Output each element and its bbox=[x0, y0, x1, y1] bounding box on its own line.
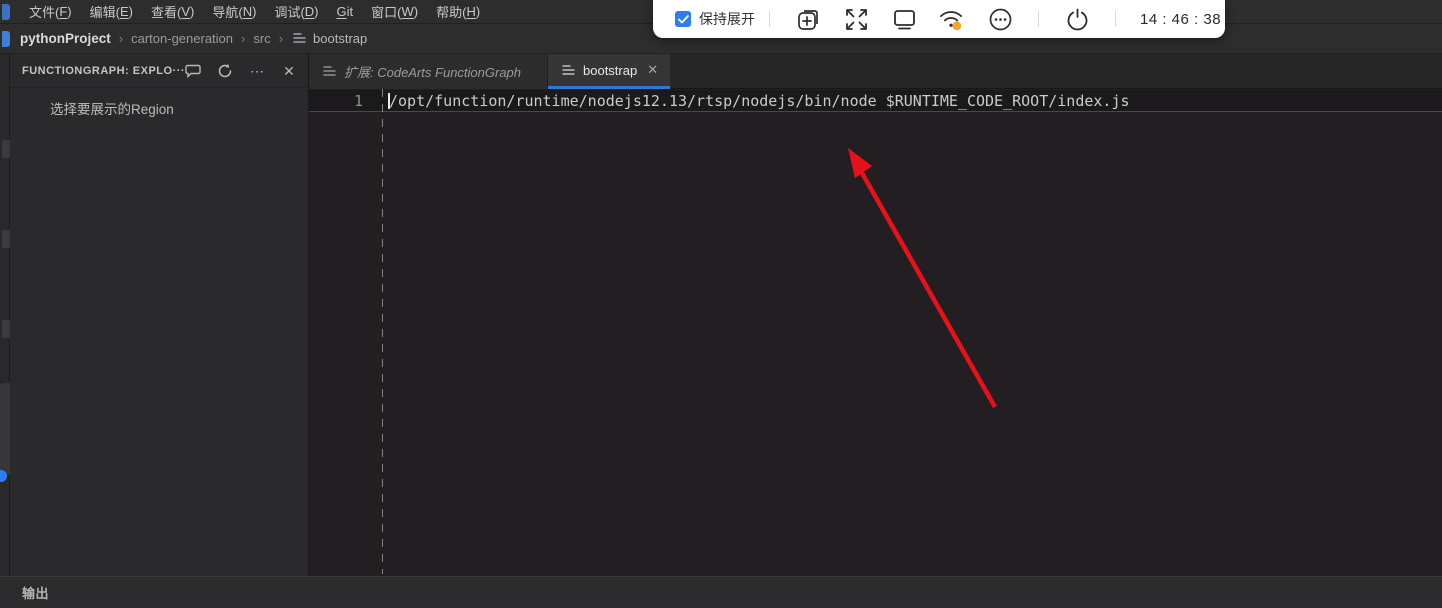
menu-mnemonic: E bbox=[119, 4, 129, 19]
sidebar-content: 选择要展示的Region bbox=[10, 88, 308, 118]
editor-group: 扩展: CodeArts FunctionGraph bootstrap ✕ 1… bbox=[309, 54, 1442, 576]
menu-label: 导航( bbox=[212, 5, 243, 20]
sidebar-functiongraph-explorer: FUNCTIONGRAPH: EXPLO··· ⋯ ✕ 选择要展示的Region bbox=[10, 54, 309, 576]
menu-mnemonic: G bbox=[336, 4, 347, 19]
breadcrumb-folder[interactable]: src bbox=[253, 31, 270, 46]
region-select-item[interactable]: 选择要展示的Region bbox=[50, 102, 174, 117]
sidebar-header: FUNCTIONGRAPH: EXPLO··· ⋯ ✕ bbox=[10, 54, 308, 88]
code-editor[interactable]: 1 /opt/function/runtime/nodejs12.13/rtsp… bbox=[309, 89, 1442, 576]
menu-mnemonic: W bbox=[401, 4, 414, 19]
menu-mnemonic: N bbox=[242, 4, 253, 19]
toolbar-divider bbox=[769, 11, 770, 27]
session-clock: 14 : 46 : 38 bbox=[1140, 10, 1222, 28]
power-icon[interactable] bbox=[1064, 6, 1090, 32]
code-content: /opt/function/runtime/nodejs12.13/rtsp/n… bbox=[389, 91, 1130, 110]
menu-label: ) bbox=[413, 4, 419, 19]
menu-label: 编辑( bbox=[89, 5, 120, 20]
sidebar-actions: ⋯ ✕ bbox=[184, 62, 298, 80]
activity-item-partial[interactable] bbox=[2, 230, 10, 248]
menu-edit[interactable]: 编辑(E) bbox=[81, 0, 142, 24]
activity-badge bbox=[0, 470, 7, 482]
menu-label: 帮助( bbox=[436, 5, 467, 20]
code-text[interactable]: /opt/function/runtime/nodejs12.13/rtsp/n… bbox=[371, 92, 1130, 110]
tab-close-icon[interactable]: ✕ bbox=[647, 62, 658, 78]
menu-label: it bbox=[346, 4, 354, 19]
menu-window[interactable]: 窗口(W) bbox=[362, 0, 427, 24]
menu-label: ) bbox=[252, 4, 257, 19]
breadcrumb-folder[interactable]: carton-generation bbox=[131, 31, 233, 46]
breadcrumb-project[interactable]: pythonProject bbox=[20, 31, 111, 46]
indent-guide bbox=[382, 89, 383, 574]
breadcrumb-file[interactable]: bootstrap bbox=[313, 31, 367, 46]
menu-label: ) bbox=[314, 4, 319, 19]
menu-mnemonic: V bbox=[181, 4, 191, 19]
menu-git[interactable]: Git bbox=[328, 0, 363, 24]
breadcrumb-separator: › bbox=[278, 31, 284, 46]
editor-tab-bar: 扩展: CodeArts FunctionGraph bootstrap ✕ bbox=[309, 54, 1442, 89]
activity-item-active[interactable] bbox=[0, 383, 10, 475]
menu-mnemonic: H bbox=[466, 4, 476, 19]
toolbar-divider bbox=[1115, 11, 1116, 27]
line-number: 1 bbox=[353, 91, 363, 110]
comment-icon[interactable] bbox=[184, 62, 202, 80]
menu-help[interactable]: 帮助(H) bbox=[427, 0, 489, 24]
breadcrumb-separator: › bbox=[118, 31, 124, 46]
menu-mnemonic: F bbox=[59, 4, 68, 19]
toolbar-divider bbox=[1038, 11, 1039, 27]
tab-extension-codearts-functiongraph[interactable]: 扩展: CodeArts FunctionGraph bbox=[309, 54, 548, 89]
refresh-icon[interactable] bbox=[216, 62, 234, 80]
sidebar-title: FUNCTIONGRAPH: EXPLO··· bbox=[22, 64, 184, 77]
menu-label: 查看( bbox=[151, 5, 182, 20]
menu-label: 调试( bbox=[274, 5, 305, 20]
menu-label: ) bbox=[67, 4, 72, 19]
menu-view[interactable]: 查看(V) bbox=[142, 0, 203, 24]
new-window-icon[interactable] bbox=[795, 6, 821, 32]
output-panel-label[interactable]: 输出 bbox=[22, 583, 49, 602]
file-list-icon bbox=[562, 64, 575, 79]
more-options-icon[interactable] bbox=[987, 6, 1013, 32]
menu-label: 文件( bbox=[29, 5, 60, 20]
wifi-status-icon[interactable] bbox=[939, 6, 965, 32]
tab-bootstrap[interactable]: bootstrap ✕ bbox=[548, 54, 670, 89]
activity-bar[interactable] bbox=[0, 54, 10, 576]
display-icon[interactable] bbox=[891, 6, 917, 32]
menu-label: 窗口( bbox=[371, 5, 402, 20]
close-panel-icon[interactable]: ✕ bbox=[280, 62, 298, 80]
menu-label: ) bbox=[128, 4, 133, 19]
main-area: FUNCTIONGRAPH: EXPLO··· ⋯ ✕ 选择要展示的Region bbox=[0, 54, 1442, 576]
bottom-panel-bar: 输出 bbox=[0, 576, 1442, 608]
menu-label: ) bbox=[190, 4, 195, 19]
more-actions-icon[interactable]: ⋯ bbox=[248, 62, 266, 80]
activity-item-partial[interactable] bbox=[2, 320, 10, 338]
code-line-current[interactable]: 1 /opt/function/runtime/nodejs12.13/rtsp… bbox=[309, 90, 1442, 112]
tab-label: 扩展: CodeArts FunctionGraph bbox=[344, 65, 522, 80]
menu-navigate[interactable]: 导航(N) bbox=[203, 0, 265, 24]
keep-expanded-checkbox[interactable] bbox=[675, 11, 691, 27]
keep-expanded-label: 保持展开 bbox=[699, 11, 755, 27]
menu-label: ) bbox=[475, 4, 481, 19]
remote-session-toolbar: 保持展开 14 : 46 : 38 bbox=[653, 0, 1225, 38]
tab-label: bootstrap bbox=[583, 62, 638, 78]
app-logo-icon bbox=[2, 3, 10, 20]
menu-file[interactable]: 文件(F) bbox=[20, 0, 81, 24]
fullscreen-icon[interactable] bbox=[843, 6, 869, 32]
breadcrumb-separator: › bbox=[241, 31, 246, 46]
file-list-icon bbox=[293, 32, 306, 47]
file-list-icon bbox=[323, 65, 336, 80]
menu-debug[interactable]: 调试(D) bbox=[265, 0, 327, 24]
activity-item-partial[interactable] bbox=[2, 140, 10, 158]
project-icon bbox=[2, 30, 10, 47]
menu-mnemonic: D bbox=[304, 4, 315, 19]
